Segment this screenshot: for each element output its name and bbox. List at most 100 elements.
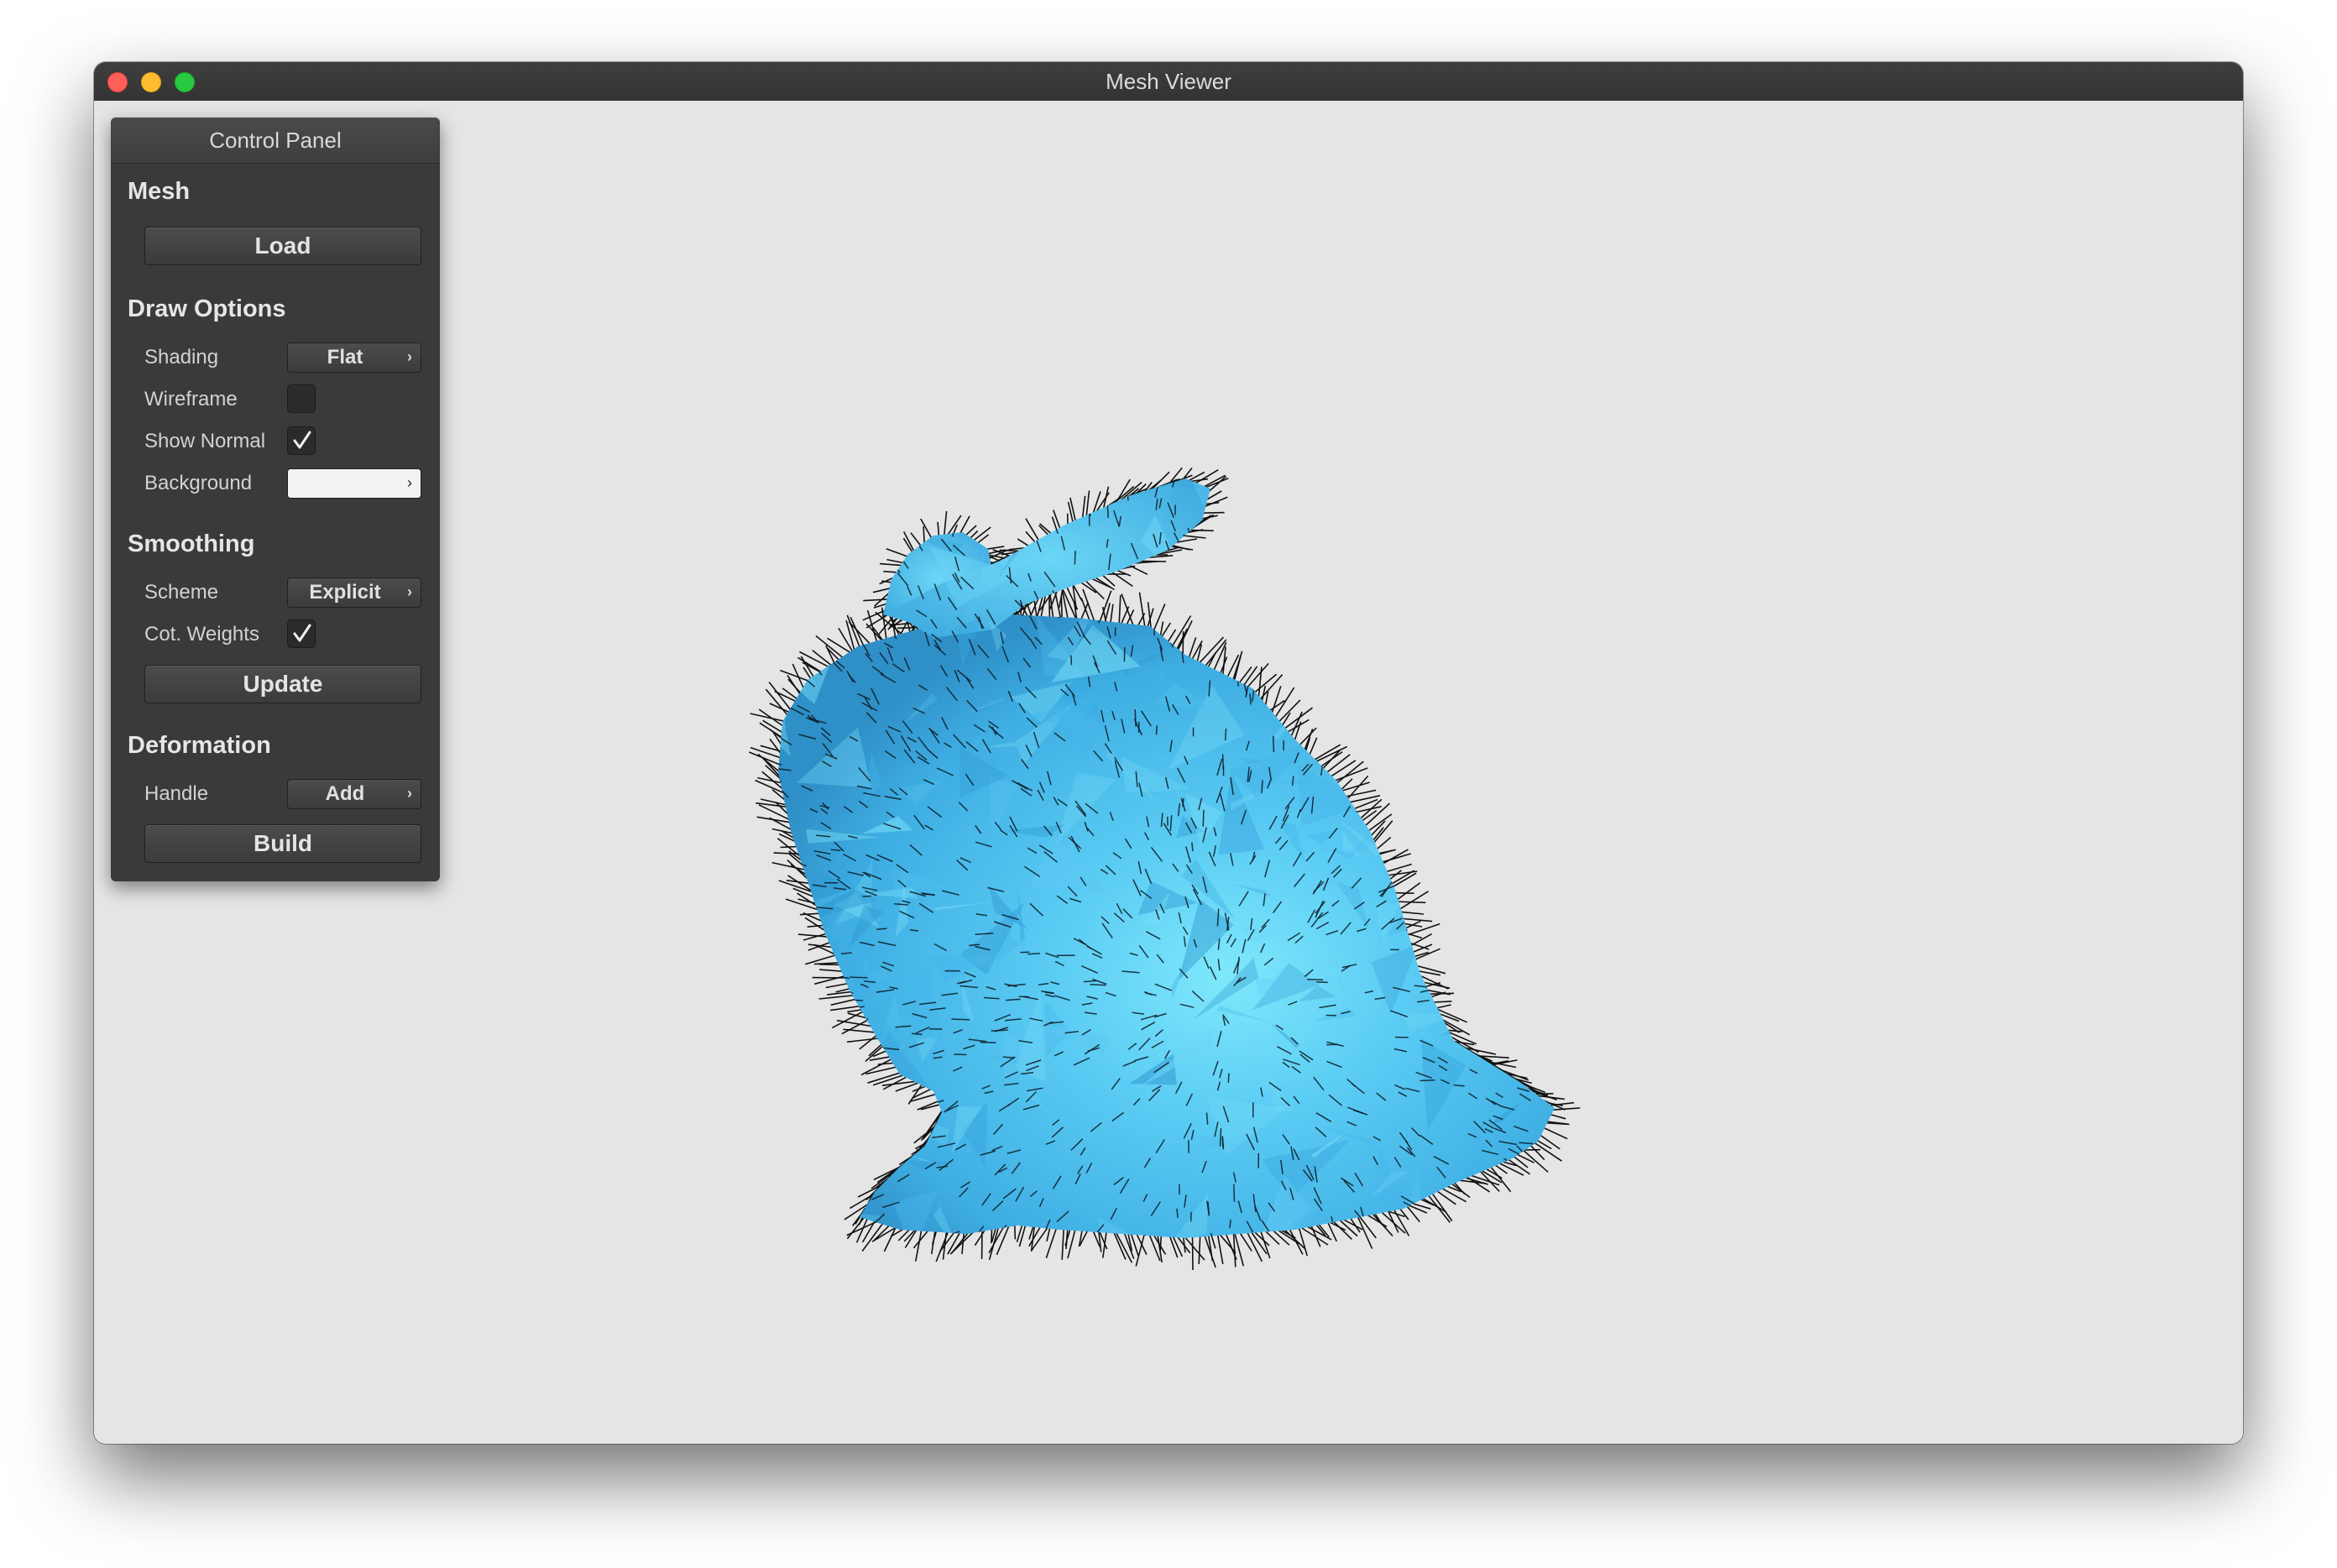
normal-vector: [807, 1137, 818, 1147]
normal-vector: [761, 733, 772, 744]
normal-vector: [1466, 619, 1471, 630]
normal-vector: [1557, 562, 1567, 572]
cot-weights-checkbox[interactable]: [287, 619, 316, 648]
normal-vector: [846, 1082, 858, 1087]
normal-vector: [1460, 635, 1469, 650]
normal-vector: [1388, 648, 1393, 661]
normal-vector: [1349, 522, 1355, 534]
normal-vector: [1488, 655, 1496, 670]
normal-vector: [1509, 1241, 1519, 1246]
normal-vector: [1465, 501, 1476, 511]
normal-vector: [1321, 495, 1325, 512]
normal-vector: [1465, 812, 1479, 825]
normal-vector: [1290, 580, 1294, 597]
normal-vector: [800, 1209, 815, 1222]
normal-vector: [827, 1206, 836, 1217]
normal-vector: [808, 1065, 824, 1070]
normal-vector: [1495, 988, 1509, 994]
title-bar[interactable]: Mesh Viewer: [94, 62, 2243, 102]
normal-vector: [778, 1208, 788, 1222]
normal-vector: [1440, 586, 1446, 605]
normal-vector: [1409, 794, 1415, 806]
normal-vector: [749, 751, 784, 767]
normal-vector: [786, 925, 800, 928]
background-color-picker[interactable]: ›: [287, 468, 421, 499]
build-button[interactable]: Build: [144, 824, 421, 863]
normal-vector: [778, 478, 781, 483]
show-normal-checkbox[interactable]: [287, 426, 316, 455]
mesh-facet: [1449, 761, 1474, 764]
deformation-heading: Deformation: [128, 732, 271, 759]
normal-vector: [1308, 609, 1315, 624]
normal-vector: [1061, 1225, 1065, 1260]
normal-vector: [1498, 813, 1508, 821]
normal-vector: [1303, 604, 1308, 620]
mesh-facet: [805, 996, 816, 1024]
shading-dropdown[interactable]: Flat ›: [287, 342, 421, 373]
normal-vector: [1526, 806, 1542, 818]
normal-vector: [1436, 623, 1450, 637]
normal-vector: [887, 501, 896, 512]
normal-vector: [1389, 478, 1399, 489]
scheme-label: Scheme: [144, 581, 219, 604]
control-panel-title[interactable]: Control Panel: [111, 118, 440, 164]
scheme-dropdown[interactable]: Explicit ›: [287, 578, 421, 608]
normal-vector: [1492, 938, 1504, 943]
normal-vector: [1566, 546, 1571, 557]
normal-vector: [1369, 1222, 1379, 1236]
mesh-facet: [1413, 545, 1454, 593]
normal-vector: [1275, 587, 1279, 596]
cot-weights-label: Cot. Weights: [144, 623, 259, 645]
normal-vector: [1430, 541, 1433, 557]
normal-vector: [1401, 832, 1418, 843]
normal-vector: [1045, 1224, 1059, 1258]
wireframe-checkbox[interactable]: [287, 384, 316, 413]
normal-vector: [862, 895, 871, 897]
mesh-facet: [1517, 667, 1543, 697]
mesh-facet: [1485, 531, 1506, 569]
normal-vector: [784, 1132, 794, 1137]
normal-vector: [1420, 800, 1433, 811]
normal-vector: [1074, 551, 1076, 565]
normal-vector: [1496, 882, 1509, 885]
normal-vector: [1468, 625, 1479, 636]
normal-vector: [779, 1036, 792, 1042]
load-button[interactable]: Load: [144, 227, 421, 265]
normal-vector: [1096, 478, 1104, 485]
normal-vector: [1390, 578, 1398, 588]
mesh-facet: [778, 899, 808, 938]
normal-vector: [1505, 1221, 1516, 1231]
normal-vector: [1126, 586, 1133, 604]
normal-vector: [1568, 686, 1579, 694]
normal-vector: [1513, 1193, 1524, 1203]
mesh-facet: [812, 614, 829, 637]
bunny-body: [778, 614, 1555, 1238]
normal-vector: [815, 1222, 825, 1231]
normal-vector: [1508, 1191, 1524, 1199]
update-button[interactable]: Update: [144, 665, 421, 703]
normal-vector: [822, 1177, 835, 1185]
normal-vector: [1225, 632, 1229, 645]
normal-vector: [1328, 680, 1336, 695]
checkmark-icon: [293, 431, 311, 449]
mesh-facet: [1440, 758, 1521, 786]
normal-vector: [1246, 458, 1249, 471]
normal-vector: [1134, 709, 1137, 727]
normal-vector: [1438, 823, 1447, 833]
mesh-facet: [1511, 478, 1522, 504]
normal-vector: [778, 1100, 790, 1106]
shading-label: Shading: [144, 346, 219, 368]
normal-vector: [1231, 551, 1238, 567]
normal-vector: [1367, 728, 1379, 744]
normal-vector: [818, 634, 833, 644]
normal-vector: [1191, 1232, 1194, 1271]
normal-vector: [1451, 792, 1465, 808]
normal-vector: [1524, 679, 1534, 693]
normal-vector: [778, 1125, 791, 1129]
normal-vector: [759, 1102, 769, 1104]
mesh-facet: [1469, 875, 1518, 928]
normal-vector: [1532, 579, 1539, 588]
normal-vector: [1119, 457, 1122, 471]
handle-dropdown[interactable]: Add ›: [287, 779, 421, 809]
chevron-right-icon: ›: [407, 474, 412, 491]
